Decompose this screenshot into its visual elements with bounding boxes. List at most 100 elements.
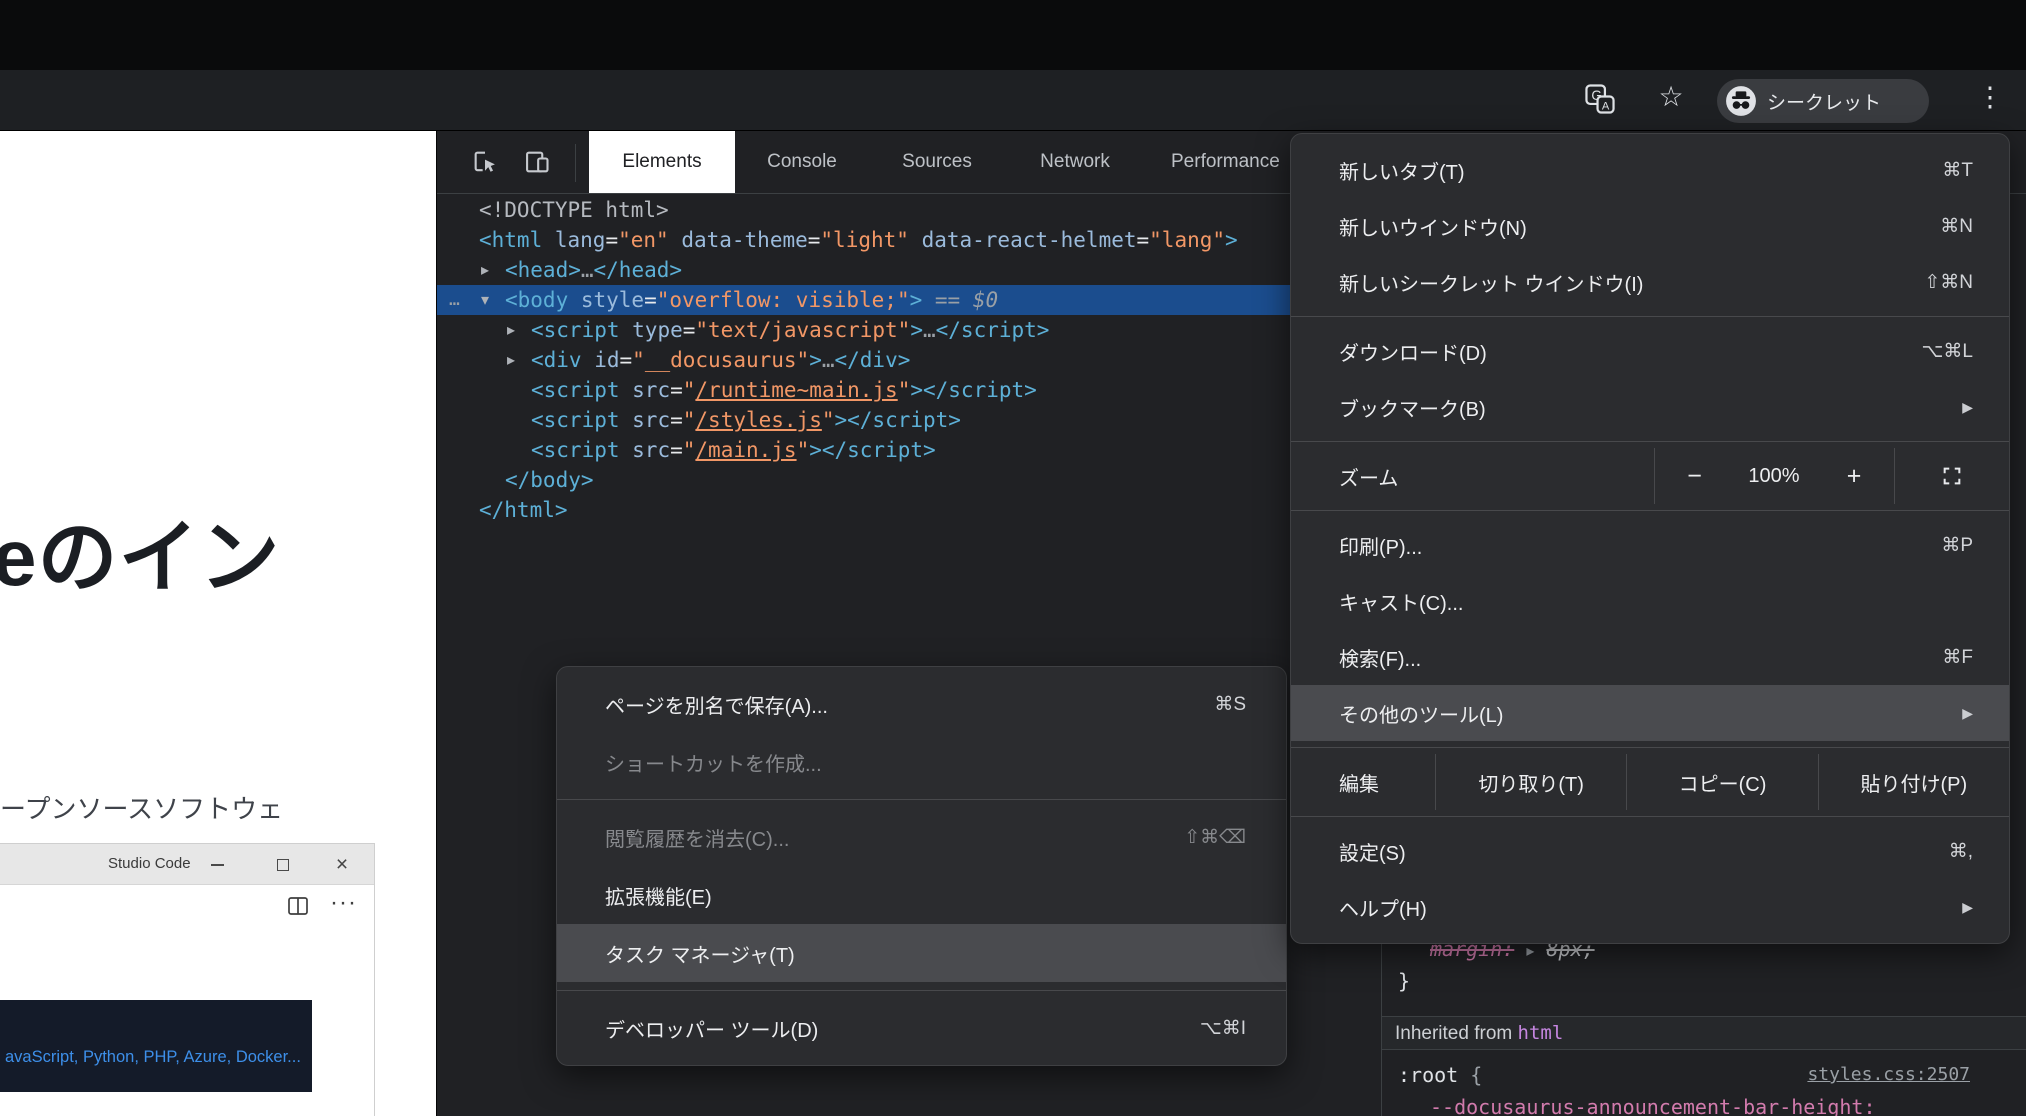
dom-tree-line[interactable]: …▾<body style="overflow: visible;"> == $… [437, 285, 1381, 315]
menu-item-shortcut: ⌥⌘I [1200, 1017, 1246, 1040]
vscode-titlebar: Studio Code × [0, 844, 374, 885]
menu-item-label: 拡張機能(E) [605, 881, 712, 910]
dom-tree-line[interactable]: <script src="/styles.js"></script> [437, 405, 1381, 435]
dom-token: "__docusaurus" [632, 348, 809, 372]
inherited-node-link[interactable]: html [1518, 1022, 1564, 1044]
collapse-arrow-icon[interactable]: ▾ [481, 285, 489, 315]
dom-token: <html [479, 228, 542, 252]
tab-console[interactable]: Console [767, 131, 837, 193]
menu-item-label: 印刷(P)... [1339, 531, 1422, 560]
menu-item-shortcut: ⌥⌘L [1922, 340, 1973, 363]
dom-token: </script> [936, 318, 1050, 342]
dom-token: lang [542, 228, 605, 252]
menu-item-new-window[interactable]: 新しいウインドウ(N)⌘N [1291, 198, 2009, 254]
dom-tree-line[interactable]: ▸<div id="__docusaurus">…</div> [437, 345, 1381, 375]
dom-token: src [620, 438, 671, 462]
menu-item-label: タスク マネージャ(T) [605, 939, 795, 968]
chrome-menu: 新しいタブ(T)⌘T新しいウインドウ(N)⌘N新しいシークレット ウインドウ(I… [1290, 133, 2010, 944]
dom-token: = [670, 438, 683, 462]
dom-token: … [822, 348, 835, 372]
dom-token: type [620, 318, 683, 342]
vscode-language-links: avaScript, Python, PHP, Azure, Docker... [5, 1048, 301, 1067]
dom-token: <script [531, 438, 620, 462]
css-custom-property[interactable]: --docusaurus-announcement-bar-height: [1382, 1092, 2026, 1116]
expand-arrow-icon[interactable]: ▸ [507, 315, 515, 345]
menu-item-more-tools[interactable]: その他のツール(L)▶ [1291, 685, 2009, 741]
menu-item-save-page-as[interactable]: ページを別名で保存(A)... ⌘S [557, 675, 1286, 733]
menu-item-settings[interactable]: 設定(S)⌘, [1291, 823, 2009, 879]
translate-icon-svg: G A [1584, 83, 1616, 115]
dom-tree-line[interactable]: <html lang="en" data-theme="light" data-… [437, 225, 1381, 255]
dom-token: <body [505, 288, 568, 312]
dom-token: " [797, 438, 810, 462]
device-toolbar-icon[interactable] [523, 148, 551, 181]
menu-item-downloads[interactable]: ダウンロード(D)⌥⌘L [1291, 323, 2009, 379]
bookmark-star-icon[interactable]: ☆ [1654, 80, 1688, 113]
menu-item-help[interactable]: ヘルプ(H)▶ [1291, 879, 2009, 935]
menu-item-clear-browsing-data[interactable]: 閲覧履歴を消去(C)...⇧⌘⌫ [557, 808, 1286, 866]
style-source-link[interactable]: styles.css:2507 [1807, 1060, 1970, 1090]
menu-item-label: ページを別名で保存(A)... [605, 690, 828, 719]
dom-token: … [923, 318, 936, 342]
dom-tree-line[interactable]: <script src="/main.js"></script> [437, 435, 1381, 465]
dom-tree-line[interactable]: <!DOCTYPE html> [437, 195, 1381, 225]
menu-item-developer-tools[interactable]: デベロッパー ツール(D)⌥⌘I [557, 999, 1286, 1057]
css-rule-root[interactable]: :root { styles.css:2507 [1382, 1060, 2026, 1090]
vscode-window-title: Studio Code [108, 855, 191, 872]
translate-icon[interactable]: G A [1584, 83, 1616, 120]
dom-token: " [683, 408, 696, 432]
menu-item-shortcut: ⌘S [1214, 693, 1246, 716]
menu-item-find[interactable]: 検索(F)...⌘F [1291, 629, 2009, 685]
expand-arrow-icon[interactable]: ▸ [507, 345, 515, 375]
menu-item-label: ヘルプ(H) [1339, 893, 1427, 922]
dom-token: "light" [820, 228, 909, 252]
menu-separator [1291, 816, 2009, 817]
screen: G A ☆ シークレット ⋮ eのイン ープンソースソフトウェ Codeは、その… [0, 0, 2026, 1116]
browser-menu-button[interactable]: ⋮ [1976, 82, 2004, 113]
vscode-editor-toolbar: ··· [0, 885, 374, 929]
tab-performance[interactable]: Performance [1171, 131, 1280, 193]
tab-sources[interactable]: Sources [902, 131, 972, 193]
menu-item-label: ショートカットを作成... [605, 748, 822, 777]
menu-item-label: ズーム [1339, 462, 1398, 491]
menu-item-create-shortcut[interactable]: ショートカットを作成... [557, 733, 1286, 791]
dom-token: = [644, 288, 657, 312]
menu-item-new-incognito-window[interactable]: 新しいシークレット ウインドウ(I)⇧⌘N [1291, 254, 2009, 310]
dom-token: <div [531, 348, 582, 372]
dom-token: " [683, 378, 696, 402]
zoom-out-button[interactable]: − [1654, 448, 1734, 504]
dom-tree-line[interactable]: </body> [437, 465, 1381, 495]
node-menu-dots-icon[interactable]: … [449, 285, 458, 315]
menu-item-cast[interactable]: キャスト(C)... [1291, 573, 2009, 629]
dom-tree-line[interactable]: </html> [437, 495, 1381, 525]
menu-separator [1291, 510, 2009, 511]
fullscreen-button[interactable] [1894, 448, 2009, 504]
tab-network[interactable]: Network [1040, 131, 1110, 193]
inspect-element-icon[interactable] [471, 148, 499, 181]
dom-token: = [620, 348, 633, 372]
menu-item-paste[interactable]: 貼り付け(P) [1818, 754, 2009, 810]
zoom-in-button[interactable]: + [1814, 448, 1894, 504]
paragraph-line: ープンソースソフトウェ [0, 783, 296, 836]
dom-token: > [910, 318, 923, 342]
menu-item-print[interactable]: 印刷(P)...⌘P [1291, 517, 2009, 573]
menu-item-extensions[interactable]: 拡張機能(E) [557, 866, 1286, 924]
menu-item-copy[interactable]: コピー(C) [1626, 754, 1817, 810]
dom-token: <script [531, 408, 620, 432]
tab-elements[interactable]: Elements [589, 131, 735, 193]
incognito-badge[interactable]: シークレット [1717, 79, 1929, 123]
expand-arrow-icon[interactable]: ▸ [481, 255, 489, 285]
menu-item-task-manager[interactable]: タスク マネージャ(T) [557, 924, 1286, 982]
menu-item-cut[interactable]: 切り取り(T) [1435, 754, 1626, 810]
dom-tree-line[interactable]: <script src="/runtime~main.js"></script> [437, 375, 1381, 405]
menu-item-new-tab[interactable]: 新しいタブ(T)⌘T [1291, 142, 2009, 198]
tab-strip [0, 0, 2026, 70]
dom-tree-line[interactable]: ▸<script type="text/javascript">…</scrip… [437, 315, 1381, 345]
dom-token: = [670, 408, 683, 432]
dom-token: … [581, 258, 594, 282]
menu-item-shortcut: ⇧⌘⌫ [1184, 826, 1246, 849]
zoom-controls: −100%+ [1654, 448, 2009, 504]
dom-token: > [809, 348, 822, 372]
menu-item-bookmarks[interactable]: ブックマーク(B)▶ [1291, 379, 2009, 435]
dom-tree-line[interactable]: ▸<head>…</head> [437, 255, 1381, 285]
